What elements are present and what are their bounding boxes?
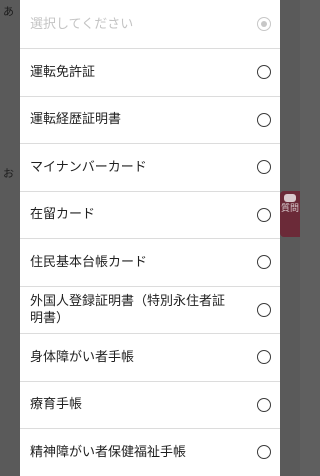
option-my-number-card[interactable]: マイナンバーカード [20, 144, 280, 192]
radio-icon[interactable] [257, 350, 271, 365]
question-side-tab[interactable]: 質問 [280, 191, 300, 237]
option-label: 住民基本台帳カード [30, 254, 148, 270]
option-label: 選択してください [30, 16, 134, 32]
option-label: 精神障がい者保健福祉手帳 [30, 444, 187, 460]
option-label: マイナンバーカード [30, 159, 147, 175]
option-label: 運転経歴証明書 [30, 112, 122, 128]
radio-icon[interactable] [257, 160, 271, 175]
option-resident-registry-card[interactable]: 住民基本台帳カード [20, 239, 280, 287]
background-text-fragment: お [3, 167, 14, 180]
option-placeholder[interactable]: 選択してください [20, 0, 280, 49]
option-label: 外国人登録証明書（特別永住者証明書） [30, 293, 226, 326]
option-mental-disability-handbook[interactable]: 精神障がい者保健福祉手帳 [20, 429, 280, 476]
option-label: 在留カード [30, 207, 96, 223]
option-driving-history-certificate[interactable]: 運転経歴証明書 [20, 97, 280, 144]
option-drivers-license[interactable]: 運転免許証 [20, 49, 280, 97]
option-label: 運転免許証 [30, 64, 96, 80]
radio-icon[interactable] [257, 65, 271, 80]
chat-bubble-icon [284, 194, 296, 202]
radio-icon[interactable] [257, 207, 271, 222]
option-alien-registration-certificate[interactable]: 外国人登録証明書（特別永住者証明書） [20, 287, 280, 334]
background-text-fragment: あ [3, 5, 14, 18]
id-document-picker-dialog: 選択してください 運転免許証 運転経歴証明書 マイナンバーカード 在留カード 住… [20, 0, 280, 476]
option-label: 身体障がい者手帳 [30, 349, 135, 365]
option-label: 療育手帳 [30, 397, 83, 413]
option-rehabilitation-handbook[interactable]: 療育手帳 [20, 382, 280, 429]
radio-selected-icon[interactable] [257, 17, 271, 31]
radio-icon[interactable] [257, 112, 271, 127]
radio-icon[interactable] [257, 255, 271, 270]
option-residence-card[interactable]: 在留カード [20, 192, 280, 239]
radio-icon[interactable] [257, 302, 271, 317]
radio-icon[interactable] [257, 397, 271, 412]
question-side-tab-label: 質問 [280, 204, 299, 214]
radio-icon[interactable] [257, 445, 271, 460]
option-physical-disability-handbook[interactable]: 身体障がい者手帳 [20, 334, 280, 382]
